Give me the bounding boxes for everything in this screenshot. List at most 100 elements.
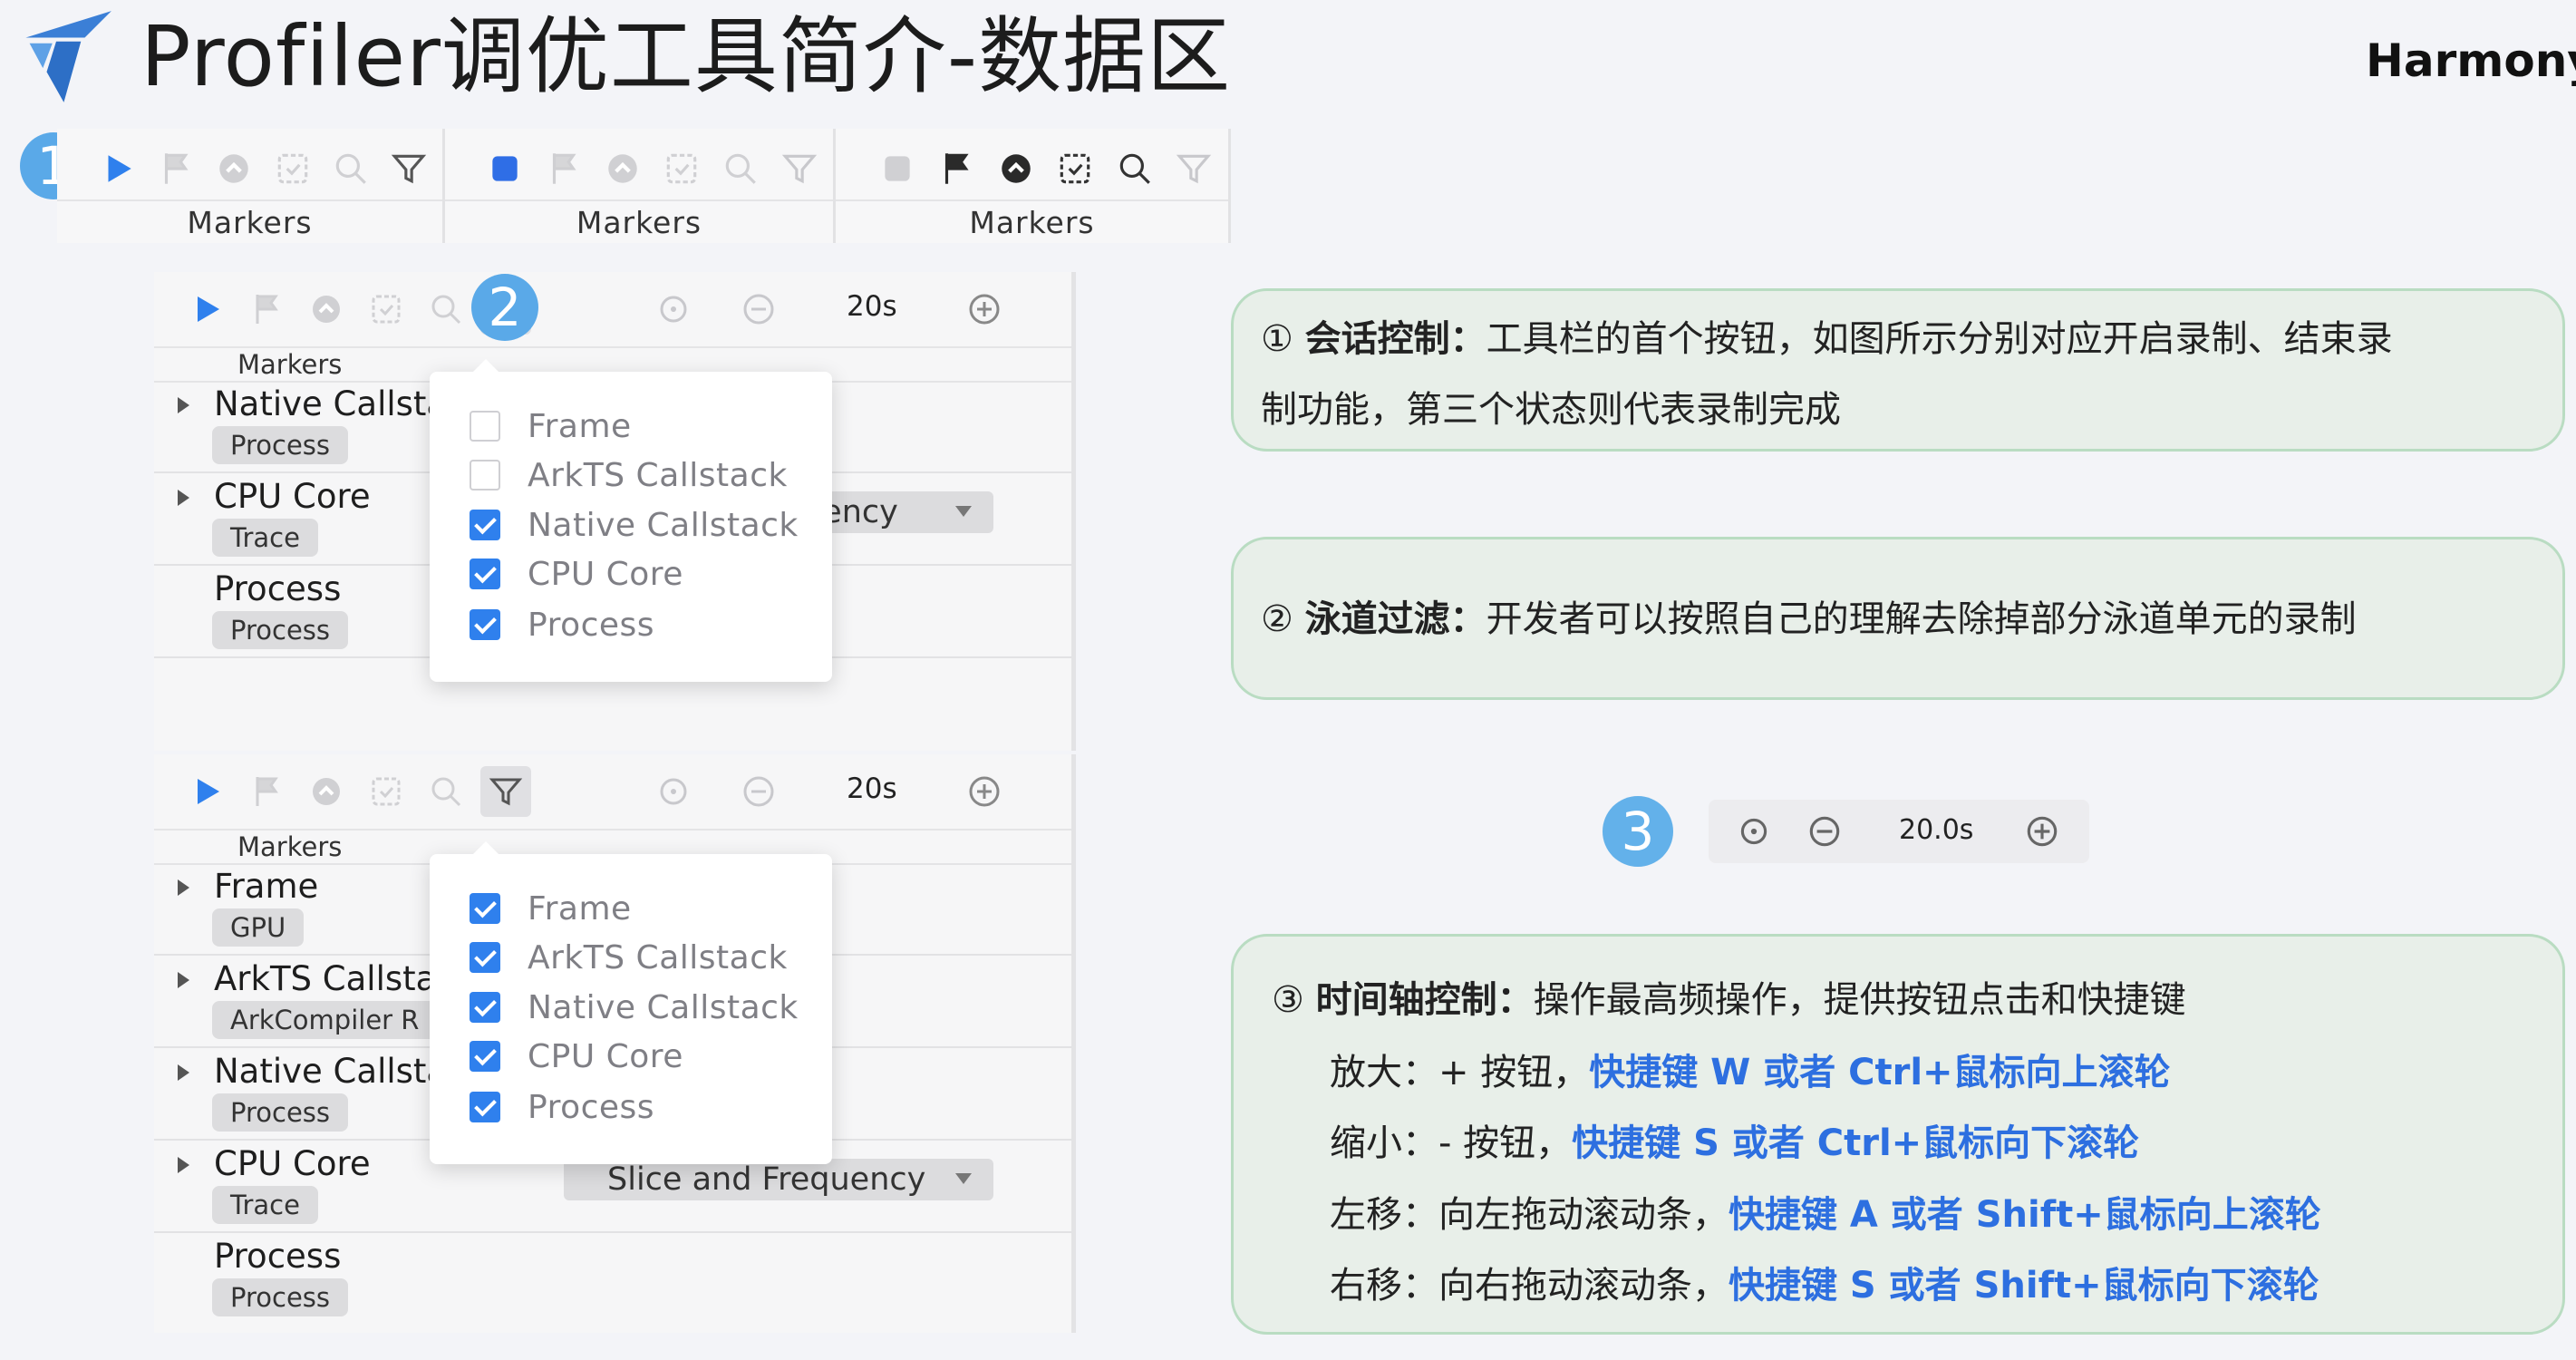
flag-icon[interactable] bbox=[932, 143, 983, 194]
lane-name: Native Callsta bbox=[214, 1052, 448, 1091]
lane-filter-dropdown: Frame ArkTS Callstack Native Callstack C… bbox=[430, 841, 832, 1164]
note-text: 制功能，第三个状态则代表录制完成 bbox=[1261, 389, 1841, 431]
search-icon[interactable] bbox=[1109, 143, 1160, 194]
expand-caret-icon[interactable] bbox=[178, 397, 189, 413]
snapshot-icon[interactable] bbox=[361, 284, 412, 335]
zoom-out-icon[interactable] bbox=[733, 766, 784, 817]
checkbox-checked[interactable] bbox=[470, 510, 500, 540]
lane-name: Native Callsta bbox=[214, 384, 448, 423]
filter-option-frame[interactable]: Frame bbox=[470, 886, 632, 931]
filter-option-arkts-callstack[interactable]: ArkTS Callstack bbox=[470, 935, 788, 980]
markers-label: Markers bbox=[445, 199, 833, 245]
search-icon[interactable] bbox=[715, 143, 765, 194]
filter-icon[interactable] bbox=[480, 766, 531, 817]
record-start-icon[interactable] bbox=[181, 766, 232, 817]
page-title: Profiler调优工具简介-数据区 bbox=[140, 8, 1232, 105]
note-text: 工具栏的首个按钮，如图所示分别对应开启录制、结束录 bbox=[1486, 318, 2393, 360]
record-start-icon[interactable] bbox=[93, 143, 142, 194]
lane-name: ArkTS Callstac bbox=[214, 959, 455, 998]
reset-zoom-icon[interactable] bbox=[1729, 806, 1779, 857]
lane-name: CPU Core bbox=[214, 477, 371, 516]
flag-icon[interactable] bbox=[241, 284, 292, 335]
lane-name: Frame bbox=[214, 867, 319, 906]
snapshot-icon[interactable] bbox=[656, 143, 706, 194]
filter-option-cpu-core[interactable]: CPU Core bbox=[470, 551, 683, 597]
export-icon[interactable] bbox=[301, 766, 352, 817]
zoom-in-control bbox=[959, 754, 1019, 829]
note-title: 会话控制： bbox=[1304, 318, 1487, 360]
snapshot-icon[interactable] bbox=[361, 766, 412, 817]
search-icon[interactable] bbox=[421, 284, 471, 335]
filter-icon[interactable] bbox=[774, 143, 824, 194]
filter-option-native-callstack[interactable]: Native Callstack bbox=[470, 502, 799, 548]
zoom-out-icon[interactable] bbox=[1799, 806, 1850, 857]
checkbox[interactable] bbox=[470, 460, 500, 491]
export-icon[interactable] bbox=[301, 284, 352, 335]
snapshot-icon[interactable] bbox=[1051, 143, 1101, 194]
reset-zoom-icon[interactable] bbox=[648, 284, 699, 335]
markers-label: Markers bbox=[836, 199, 1228, 245]
checkbox-checked[interactable] bbox=[470, 992, 500, 1023]
zoom-in-control bbox=[959, 272, 1019, 346]
toolbar-state-done: Markers bbox=[836, 129, 1231, 243]
filter-option-native-callstack[interactable]: Native Callstack bbox=[470, 985, 799, 1030]
record-done-icon[interactable] bbox=[872, 143, 923, 194]
view-mode-select[interactable]: Slice and Frequency bbox=[564, 1159, 993, 1200]
note-title: 时间轴控制： bbox=[1315, 979, 1534, 1021]
checkbox-checked[interactable] bbox=[470, 559, 500, 589]
checkbox-checked[interactable] bbox=[470, 609, 500, 640]
note-text: 开发者可以按照自己的理解去除掉部分泳道单元的录制 bbox=[1486, 598, 2357, 640]
export-icon[interactable] bbox=[209, 143, 258, 194]
lane-chip: Process bbox=[212, 1093, 349, 1132]
export-icon[interactable] bbox=[597, 143, 647, 194]
checkbox-checked[interactable] bbox=[470, 942, 500, 973]
shortcut-row-zoom-in: 放大：+ 按钮，快捷键 W 或者 Ctrl+鼠标向上滚轮 bbox=[1330, 1052, 2171, 1093]
expand-caret-icon[interactable] bbox=[178, 1064, 189, 1081]
record-stop-icon[interactable] bbox=[479, 143, 529, 194]
filter-icon[interactable] bbox=[1169, 143, 1220, 194]
flag-icon[interactable] bbox=[538, 143, 588, 194]
reset-zoom-icon[interactable] bbox=[648, 766, 699, 817]
filter-option-cpu-core[interactable]: CPU Core bbox=[470, 1034, 683, 1079]
note-lane-filter: ② 泳道过滤：开发者可以按照自己的理解去除掉部分泳道单元的录制 bbox=[1231, 537, 2565, 700]
zoom-in-icon[interactable] bbox=[959, 766, 1010, 817]
flag-icon[interactable] bbox=[151, 143, 200, 194]
zoom-in-icon[interactable] bbox=[2017, 806, 2068, 857]
filter-option-process[interactable]: Process bbox=[470, 1084, 654, 1130]
checkbox-checked[interactable] bbox=[470, 893, 500, 924]
export-icon[interactable] bbox=[991, 143, 1041, 194]
expand-caret-icon[interactable] bbox=[178, 490, 189, 506]
snapshot-icon[interactable] bbox=[268, 143, 317, 194]
expand-caret-icon[interactable] bbox=[178, 972, 189, 988]
filter-option-process[interactable]: Process bbox=[470, 602, 654, 647]
lane-filter-dropdown: Frame ArkTS Callstack Native Callstack C… bbox=[430, 359, 832, 682]
zoom-value: 20.0s bbox=[1899, 814, 1974, 846]
app-logo-icon bbox=[25, 11, 111, 102]
filter-option-frame[interactable]: Frame bbox=[470, 403, 632, 449]
search-icon[interactable] bbox=[326, 143, 375, 194]
zoom-in-icon[interactable] bbox=[959, 284, 1010, 335]
note-marker: ② bbox=[1261, 598, 1293, 640]
markers-label: Markers bbox=[57, 199, 442, 245]
chevron-down-icon bbox=[955, 1173, 972, 1184]
filter-option-arkts-callstack[interactable]: ArkTS Callstack bbox=[470, 452, 788, 498]
checkbox[interactable] bbox=[470, 411, 500, 442]
record-start-icon[interactable] bbox=[181, 284, 232, 335]
flag-icon[interactable] bbox=[241, 766, 292, 817]
zoom-out-icon[interactable] bbox=[733, 284, 784, 335]
search-icon[interactable] bbox=[421, 766, 471, 817]
note-text: 操作最高频操作，提供按钮点击和快捷键 bbox=[1533, 979, 2186, 1021]
panel-toolbar bbox=[154, 754, 1071, 829]
expand-caret-icon[interactable] bbox=[178, 879, 189, 896]
zoom-controls bbox=[648, 272, 793, 346]
lane-chip: ArkCompiler R bbox=[212, 1001, 438, 1039]
lane-process[interactable]: Process Process bbox=[154, 1233, 1071, 1324]
filter-icon[interactable] bbox=[384, 143, 433, 194]
checkbox-checked[interactable] bbox=[470, 1041, 500, 1072]
checkbox-checked[interactable] bbox=[470, 1092, 500, 1122]
markers-label: Markers bbox=[237, 831, 343, 862]
note-marker: ① bbox=[1261, 318, 1293, 360]
expand-caret-icon[interactable] bbox=[178, 1157, 189, 1173]
note-session-control: ① 会话控制：工具栏的首个按钮，如图所示分别对应开启录制、结束录 制功能，第三个… bbox=[1231, 288, 2565, 452]
lane-name: Process bbox=[214, 1237, 342, 1276]
